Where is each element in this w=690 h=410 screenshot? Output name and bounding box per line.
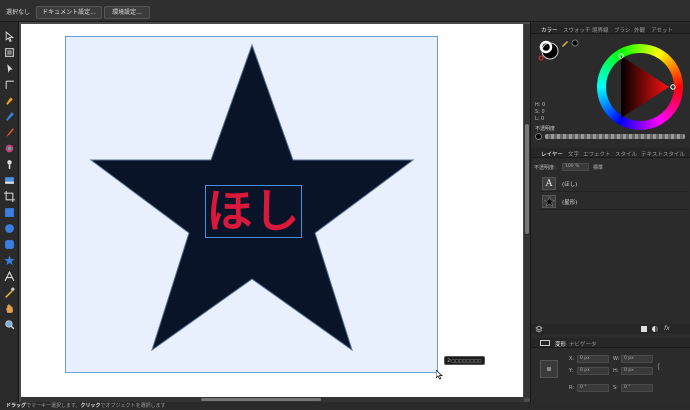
tab-transform[interactable]: 変形 (555, 340, 566, 348)
pencil-tool-icon[interactable] (3, 110, 16, 123)
size-tooltip: 2:□□□□□□□□ (444, 356, 485, 365)
hoshi-text-object[interactable]: ほし (205, 185, 302, 238)
y-label: Y: (569, 368, 574, 374)
mask-icon[interactable] (640, 325, 648, 333)
fx-icon[interactable]: fx (664, 325, 670, 332)
opacity-slider[interactable] (545, 134, 685, 139)
layer-name: (ほし) (562, 182, 578, 188)
tab-swatches[interactable]: スウォッチ (563, 26, 591, 34)
eyedropper-icon[interactable] (561, 39, 579, 47)
rotation-field[interactable]: 0 ° (577, 384, 609, 392)
rotation-label: R: (569, 385, 575, 391)
selection-status: 選択なし (6, 9, 31, 16)
tab-assets[interactable]: アセット (651, 26, 673, 34)
shear-field[interactable]: 0 ° (621, 384, 653, 392)
shear-label: S: (613, 385, 618, 391)
status-drag-desc: でマーキー選択します。 (26, 403, 81, 409)
tab-appearance[interactable]: 外観 (634, 26, 645, 34)
blend-mode-select[interactable]: 標準 (593, 164, 603, 171)
status-drag-label: ドラッグ (6, 403, 27, 409)
fill-tool-icon[interactable] (3, 142, 16, 155)
brush-tool-icon[interactable] (3, 126, 16, 139)
y-field[interactable]: 0 px (577, 367, 609, 375)
crop-tool-icon[interactable] (3, 190, 16, 203)
opacity-label: 不透明度 (535, 126, 556, 132)
w-field[interactable]: 0 px (621, 355, 653, 363)
layer-row[interactable]: A (ほし) (539, 175, 689, 192)
layer-opacity-field[interactable]: 100 % (562, 163, 589, 171)
link-bracket-icon[interactable]: ⟨ (657, 362, 660, 371)
text-tool-icon[interactable] (3, 270, 16, 283)
preferences-button[interactable]: 環境設定... (104, 6, 150, 19)
artboard-tool-icon[interactable] (3, 46, 16, 59)
place-image-tool-icon[interactable] (3, 174, 16, 187)
hand-tool-icon[interactable] (3, 302, 16, 315)
status-click-label: クリック (80, 403, 101, 409)
tab-navigator[interactable]: ナビゲータ (569, 340, 597, 348)
color-panel-tabs: カラー スウォッチ 境界線 ブラシ 外観 アセット (531, 24, 690, 34)
tab-stroke[interactable]: 境界線 (592, 26, 609, 34)
document-setup-button[interactable]: ドキュメント設定... (36, 6, 102, 19)
tab-layers[interactable]: レイヤー (541, 150, 563, 158)
fill-stroke-icon[interactable] (537, 38, 561, 62)
tab-effects[interactable]: エフェクト (583, 150, 611, 158)
w-label: W: (613, 356, 620, 362)
star-layer-icon (542, 195, 556, 208)
color-triangle[interactable] (597, 44, 683, 130)
x-field[interactable]: 0 px (577, 355, 609, 363)
right-panel: カラー スウォッチ 境界線 ブラシ 外観 アセット H: 0 S: 0 L: 0… (530, 22, 690, 402)
mouse-cursor-icon (436, 370, 443, 380)
x-label: X: (569, 356, 575, 362)
layers-footer: fx (531, 324, 690, 334)
layer-row[interactable]: (星形) (539, 193, 689, 210)
text-layer-icon: A (542, 177, 556, 190)
layer-stack-icon[interactable] (535, 325, 543, 333)
opacity-swatch-icon (535, 133, 542, 140)
adjustment-icon[interactable] (651, 325, 659, 333)
star-shape-tool-icon[interactable] (3, 254, 16, 267)
context-toolbar: 選択なし ドキュメント設定... 環境設定... (0, 0, 690, 22)
status-click-desc: でオブジェクトを選択します (100, 403, 166, 409)
rounded-rect-tool-icon[interactable] (3, 238, 16, 251)
transform-panel-tabs: 変形 ナビゲータ (531, 338, 690, 348)
zoom-tool-icon[interactable] (3, 318, 16, 331)
saturation-value: S: 0 (535, 109, 545, 115)
color-picker-tool-icon[interactable] (3, 286, 16, 299)
corner-tool-icon[interactable] (3, 78, 16, 91)
tab-styles[interactable]: スタイル (615, 150, 637, 158)
status-bar: ドラッグでマーキー選択します。クリックでオブジェクトを選択します (0, 402, 690, 410)
h-label: H: (613, 368, 619, 374)
layer-opacity-label: 不透明度: (534, 165, 556, 171)
h-field[interactable]: 0 px (621, 367, 653, 375)
transform-panel-icon (540, 340, 550, 346)
tab-text-styles[interactable]: テキストスタイル (641, 150, 685, 158)
tab-character[interactable]: 文字 (568, 150, 579, 158)
tab-color[interactable]: カラー (541, 26, 558, 34)
layers-panel-tabs: レイヤー 文字 エフェクト スタイル テキストスタイル (531, 148, 690, 158)
ellipse-tool-icon[interactable] (3, 222, 16, 235)
pen-tool-icon[interactable] (3, 94, 16, 107)
node-tool-icon[interactable] (3, 62, 16, 75)
tab-brushes[interactable]: ブラシ (614, 26, 630, 34)
transparency-tool-icon[interactable] (3, 158, 16, 171)
lightness-value: L: 0 (535, 116, 545, 122)
tools-panel (0, 22, 19, 402)
layer-name: (星形) (562, 200, 578, 206)
rectangle-tool-icon[interactable] (3, 206, 16, 219)
move-tool-icon[interactable] (3, 30, 16, 43)
hue-value: H: 0 (535, 102, 546, 108)
anchor-point-icon[interactable] (540, 360, 558, 378)
